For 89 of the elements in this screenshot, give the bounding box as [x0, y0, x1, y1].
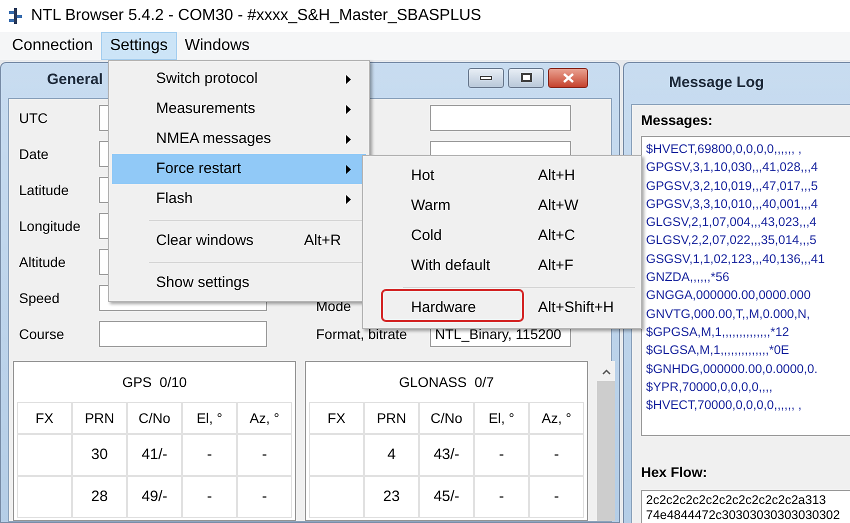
column-header: PRN — [72, 402, 127, 434]
message-line: GPGSV,3,1,10,030,,,41,028,,,4 — [646, 159, 819, 176]
message-line: GNVTG,000.00,T,,M,0.000,N, — [646, 306, 811, 323]
message-line: GNZDA,,,,,,*56 — [646, 269, 730, 286]
text-field[interactable] — [99, 321, 267, 347]
table-cell: - — [182, 434, 237, 476]
field-label: Mode — [316, 297, 352, 316]
table-cell: 28 — [72, 476, 127, 518]
menu-item[interactable]: Hot Alt+H — [363, 161, 641, 191]
field-label: UTC — [18, 108, 49, 128]
menu-item[interactable]: Switch protocol — [112, 64, 366, 94]
table-cell: 30 — [72, 434, 127, 476]
message-line: $HVECT,69800,0,0,0,0,,,,,, , — [646, 141, 803, 158]
menu-item[interactable]: Force restart — [112, 154, 366, 184]
app-icon — [9, 8, 23, 24]
close-button[interactable] — [548, 68, 588, 88]
table-cell: - — [529, 476, 584, 518]
menu-bar-item[interactable]: Settings — [100, 32, 177, 60]
message-line: $GNHDG,000000.00,0.0000,0. — [646, 360, 819, 378]
window-title: NTL Browser 5.4.2 - COM30 - #xxxx_S&H_Master_SBASPLUS — [31, 6, 482, 26]
table-cell: 23 — [364, 476, 419, 518]
close-icon — [562, 72, 574, 82]
menu-item[interactable]: Warm Alt+W — [363, 191, 641, 221]
column-header: FX — [309, 402, 364, 434]
column-header: Az, ° — [237, 402, 292, 434]
menu-item[interactable]: Clear windows Alt+R — [112, 226, 366, 256]
column-header: El, ° — [474, 402, 529, 434]
message-line: GLGSV,2,2,07,022,,,35,014,,,5 — [646, 232, 818, 250]
menu-item[interactable]: Flash — [112, 184, 366, 214]
message-line: GPGSV,3,3,10,010,,,40,001,,,4 — [646, 196, 819, 213]
message-line: $GPGSA,M,1,,,,,,,,,,,,,,*12 — [646, 324, 790, 341]
menu-item[interactable]: Show settings — [112, 268, 366, 298]
table-cell: - — [474, 434, 529, 476]
message-line: GLGSV,2,1,07,004,,,43,023,,,4 — [646, 214, 818, 232]
hex-line: 74e4844472c30303030303030302 — [646, 508, 841, 523]
field-label: Format, bitrate — [316, 324, 408, 344]
menu-item[interactable]: Measurements — [112, 94, 366, 124]
field-label: Longitude — [18, 216, 82, 236]
table-cell — [17, 434, 72, 476]
window-title: General — [47, 70, 103, 90]
column-header: PRN — [364, 402, 419, 434]
table-cell: - — [529, 434, 584, 476]
table-title: GLONASS 0/7 — [399, 372, 494, 392]
field-label: Latitude — [18, 180, 70, 200]
column-header: FX — [17, 402, 72, 434]
table-cell: 43/- — [419, 434, 474, 476]
table-cell: - — [237, 434, 292, 476]
table-cell: 45/- — [419, 476, 474, 518]
table-cell: - — [237, 476, 292, 518]
hex-line: 2c2c2c2c2c2c2c2c2c2c2c2a313 — [646, 493, 827, 508]
table-cell: - — [182, 476, 237, 518]
menu-item[interactable]: NMEA messages — [112, 124, 366, 154]
maximize-button[interactable] — [508, 68, 544, 88]
table-cell — [309, 434, 364, 476]
message-line: $HVECT,70000,0,0,0,0,,,,,, , — [646, 397, 803, 414]
menu-item[interactable]: Cold Alt+C — [363, 221, 641, 251]
menu-bar-item[interactable]: Windows — [176, 32, 258, 60]
message-line: GPGSV,3,2,10,019,,,47,017,,,5 — [646, 178, 819, 195]
column-header: C/No — [419, 402, 474, 434]
message-line: $GLGSA,M,1,,,,,,,,,,,,,,*0E — [646, 342, 790, 360]
menu-item[interactable]: Hardware Alt+Shift+H — [363, 293, 641, 323]
column-header: Az, ° — [529, 402, 584, 434]
field-label: Date — [18, 144, 50, 164]
column-header: El, ° — [182, 402, 237, 434]
hex-box[interactable]: 2c2c2c2c2c2c2c2c2c2c2c2a313 74e4844472c30303030303030302 — [641, 490, 850, 523]
scroll-up-icon — [602, 369, 610, 375]
message-line: $YPR,70000,0,0,0,0,,,, — [646, 378, 774, 396]
menu-item[interactable]: With default Alt+F — [363, 251, 641, 281]
messages-label: Messages: — [641, 111, 714, 128]
window-title: Message Log — [669, 73, 764, 94]
table-cell — [309, 476, 364, 518]
field-label: Altitude — [18, 252, 67, 272]
table-title: GPS 0/10 — [122, 372, 187, 392]
field-label: Course — [18, 324, 66, 344]
table-cell: - — [474, 476, 529, 518]
messages-box[interactable] — [641, 136, 850, 436]
message-line: GSGSV,1,1,02,123,,,40,136,,,41 — [646, 250, 826, 268]
table-cell: 49/- — [127, 476, 182, 518]
table-cell: 4 — [364, 434, 419, 476]
table-cell: 41/- — [127, 434, 182, 476]
text-field[interactable] — [430, 105, 571, 131]
table-cell — [17, 476, 72, 518]
minimize-button[interactable] — [468, 68, 504, 88]
hex-flow-label: Hex Flow: — [641, 463, 708, 480]
menu-bar-item[interactable]: Connection — [4, 32, 101, 60]
message-line: GNGGA,000000.00,0000.000 — [646, 287, 812, 304]
column-header: C/No — [127, 402, 182, 434]
field-label: Speed — [18, 288, 60, 308]
scrollbar[interactable] — [597, 361, 615, 521]
